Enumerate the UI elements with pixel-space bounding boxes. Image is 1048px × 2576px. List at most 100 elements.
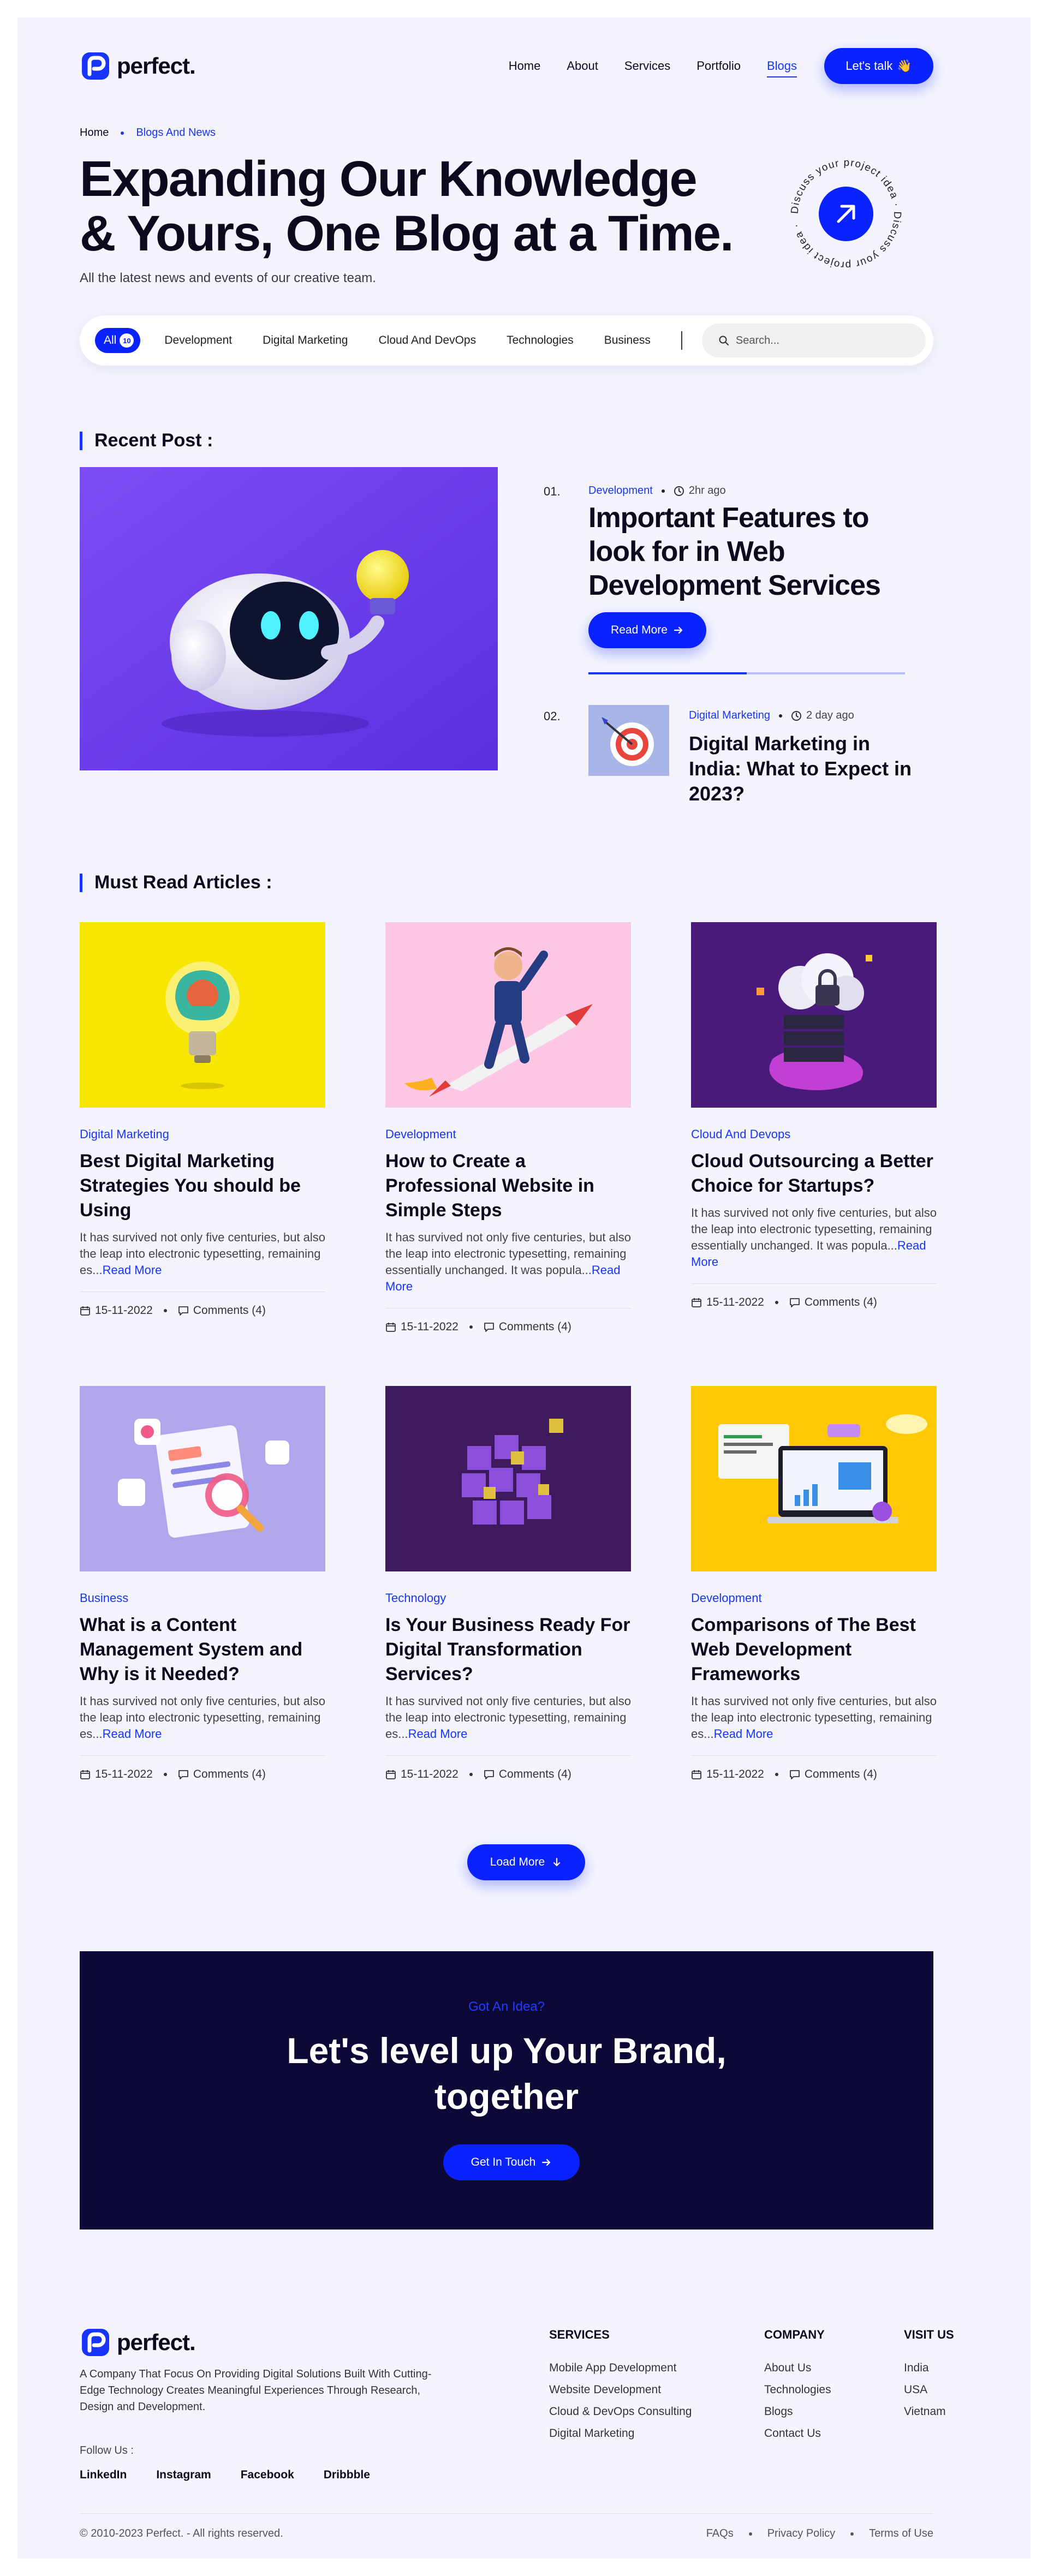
- wave-icon: 👋: [897, 59, 912, 73]
- article-excerpt: It has survived not only five centuries,…: [80, 1229, 325, 1278]
- filter-business[interactable]: Business: [604, 334, 651, 347]
- footer-link[interactable]: Blogs: [764, 2405, 793, 2418]
- legal-privacy[interactable]: Privacy Policy: [767, 2527, 835, 2540]
- lets-talk-label: Let's talk: [845, 59, 893, 73]
- search-field[interactable]: Search...: [701, 324, 926, 357]
- filter-development[interactable]: Development: [164, 334, 232, 347]
- filter-all[interactable]: All 10: [95, 328, 141, 353]
- article-title[interactable]: How to Create a Professional Website in …: [385, 1149, 631, 1223]
- nav-blogs[interactable]: Blogs: [766, 59, 797, 77]
- article-card[interactable]: Digital Marketing Best Digital Marketing…: [80, 922, 325, 1317]
- footer-link[interactable]: Technologies: [764, 2383, 831, 2396]
- article-comments[interactable]: Comments (4): [805, 1296, 877, 1309]
- footer-logo[interactable]: perfect.: [80, 2327, 196, 2358]
- post-1-time: 2hr ago: [688, 485, 726, 497]
- rocket-man-illustration: [385, 922, 631, 1108]
- main-nav: Home About Services Portfolio Blogs Let'…: [483, 48, 933, 84]
- legal-faqs[interactable]: FAQs: [706, 2527, 734, 2540]
- footer-link[interactable]: Cloud & DevOps Consulting: [549, 2405, 692, 2418]
- article-card[interactable]: Business What is a Content Management Sy…: [80, 1386, 325, 1781]
- logo[interactable]: perfect.: [80, 50, 196, 82]
- brain-bulb-illustration: [80, 922, 325, 1108]
- article-date: 15-11-2022: [706, 1768, 764, 1780]
- article-title[interactable]: Cloud Outsourcing a Better Choice for St…: [691, 1149, 937, 1198]
- article-image[interactable]: [80, 1386, 325, 1571]
- footer-link[interactable]: Mobile App Development: [549, 2362, 676, 2374]
- load-more-button[interactable]: Load More: [467, 1844, 585, 1880]
- article-comments[interactable]: Comments (4): [499, 1768, 571, 1781]
- article-image[interactable]: [385, 922, 631, 1108]
- read-more-button[interactable]: Read More: [588, 612, 706, 648]
- legal-separator: [748, 2532, 752, 2536]
- article-title[interactable]: What is a Content Management System and …: [80, 1613, 325, 1687]
- footer-link[interactable]: Contact Us: [764, 2427, 821, 2440]
- social-linkedin[interactable]: LinkedIn: [80, 2469, 127, 2482]
- get-in-touch-button[interactable]: Get In Touch: [443, 2144, 580, 2180]
- discuss-project-badge[interactable]: Discuss your project idea · Discuss your…: [786, 154, 906, 274]
- article-category[interactable]: Digital Marketing: [80, 1127, 325, 1141]
- article-image[interactable]: [691, 1386, 937, 1571]
- article-card[interactable]: Development Comparisons of The Best Web …: [691, 1386, 937, 1781]
- filter-digital-marketing[interactable]: Digital Marketing: [263, 334, 348, 347]
- article-image[interactable]: [80, 922, 325, 1108]
- filter-all-count: 10: [120, 333, 134, 348]
- article-title[interactable]: Comparisons of The Best Web Development …: [691, 1613, 937, 1687]
- legal-terms[interactable]: Terms of Use: [869, 2527, 933, 2540]
- post-1-title[interactable]: Important Features to look for in Web De…: [588, 501, 916, 602]
- article-comments[interactable]: Comments (4): [193, 1304, 266, 1317]
- post-1-category[interactable]: Development: [588, 485, 653, 497]
- article-meta: 15-11-2022 Comments (4): [691, 1768, 937, 1781]
- article-date: 15-11-2022: [706, 1296, 764, 1308]
- post-2-category[interactable]: Digital Marketing: [689, 709, 770, 722]
- breadcrumb-home[interactable]: Home: [80, 127, 109, 139]
- article-comments[interactable]: Comments (4): [805, 1768, 877, 1781]
- article-category[interactable]: Business: [80, 1591, 325, 1605]
- social-dribbble[interactable]: Dribbble: [324, 2469, 370, 2482]
- article-card[interactable]: Cloud And Devops Cloud Outsourcing a Bet…: [691, 922, 937, 1309]
- post-2-title[interactable]: Digital Marketing in India: What to Expe…: [689, 731, 918, 806]
- article-category[interactable]: Technology: [385, 1591, 631, 1605]
- article-category[interactable]: Development: [691, 1591, 937, 1605]
- web-framework-illustration: [691, 1386, 937, 1571]
- read-more-link[interactable]: Read More: [408, 1727, 468, 1741]
- filter-technologies[interactable]: Technologies: [507, 334, 574, 347]
- breadcrumb: Home Blogs And News: [80, 127, 216, 139]
- dart-target-illustration: [588, 705, 669, 776]
- footer-link[interactable]: Vietnam: [904, 2405, 946, 2418]
- read-more-link[interactable]: Read More: [103, 1263, 162, 1277]
- article-category[interactable]: Development: [385, 1127, 631, 1141]
- article-date: 15-11-2022: [95, 1304, 153, 1317]
- nav-about[interactable]: About: [567, 59, 598, 73]
- social-instagram[interactable]: Instagram: [156, 2469, 211, 2482]
- article-card[interactable]: Development How to Create a Professional…: [385, 922, 631, 1334]
- lets-talk-button[interactable]: Let's talk 👋: [824, 48, 933, 84]
- article-date: 15-11-2022: [401, 1320, 458, 1333]
- article-title[interactable]: Best Digital Marketing Strategies You sh…: [80, 1149, 325, 1223]
- article-comments[interactable]: Comments (4): [499, 1320, 571, 1334]
- calendar-icon: [386, 1323, 396, 1332]
- footer-link[interactable]: India: [904, 2362, 929, 2374]
- article-comments[interactable]: Comments (4): [193, 1768, 266, 1781]
- nav-home[interactable]: Home: [509, 59, 541, 73]
- footer-link[interactable]: Digital Marketing: [549, 2427, 634, 2440]
- nav-portfolio[interactable]: Portfolio: [696, 59, 741, 73]
- filter-cloud-devops[interactable]: Cloud And DevOps: [378, 334, 476, 347]
- footer-link[interactable]: Website Development: [549, 2383, 661, 2396]
- read-more-link[interactable]: Read More: [714, 1727, 773, 1741]
- article-card[interactable]: Technology Is Your Business Ready For Di…: [385, 1386, 631, 1781]
- calendar-icon: [386, 1770, 396, 1779]
- footer-visit: VISIT US India USA Vietnam: [904, 2328, 954, 2423]
- nav-services[interactable]: Services: [624, 59, 670, 73]
- article-title[interactable]: Is Your Business Ready For Digital Trans…: [385, 1613, 631, 1687]
- article-image[interactable]: [691, 922, 937, 1108]
- article-category[interactable]: Cloud And Devops: [691, 1127, 937, 1141]
- footer-link[interactable]: About Us: [764, 2362, 811, 2374]
- read-more-link[interactable]: Read More: [103, 1727, 162, 1741]
- post-2-thumbnail[interactable]: [588, 705, 669, 776]
- social-facebook[interactable]: Facebook: [241, 2469, 294, 2482]
- footer-link[interactable]: USA: [904, 2383, 927, 2396]
- arrow-down-icon: [553, 1857, 561, 1867]
- recent-post-image[interactable]: [80, 467, 498, 770]
- meta-separator: [775, 1773, 778, 1776]
- article-image[interactable]: [385, 1386, 631, 1571]
